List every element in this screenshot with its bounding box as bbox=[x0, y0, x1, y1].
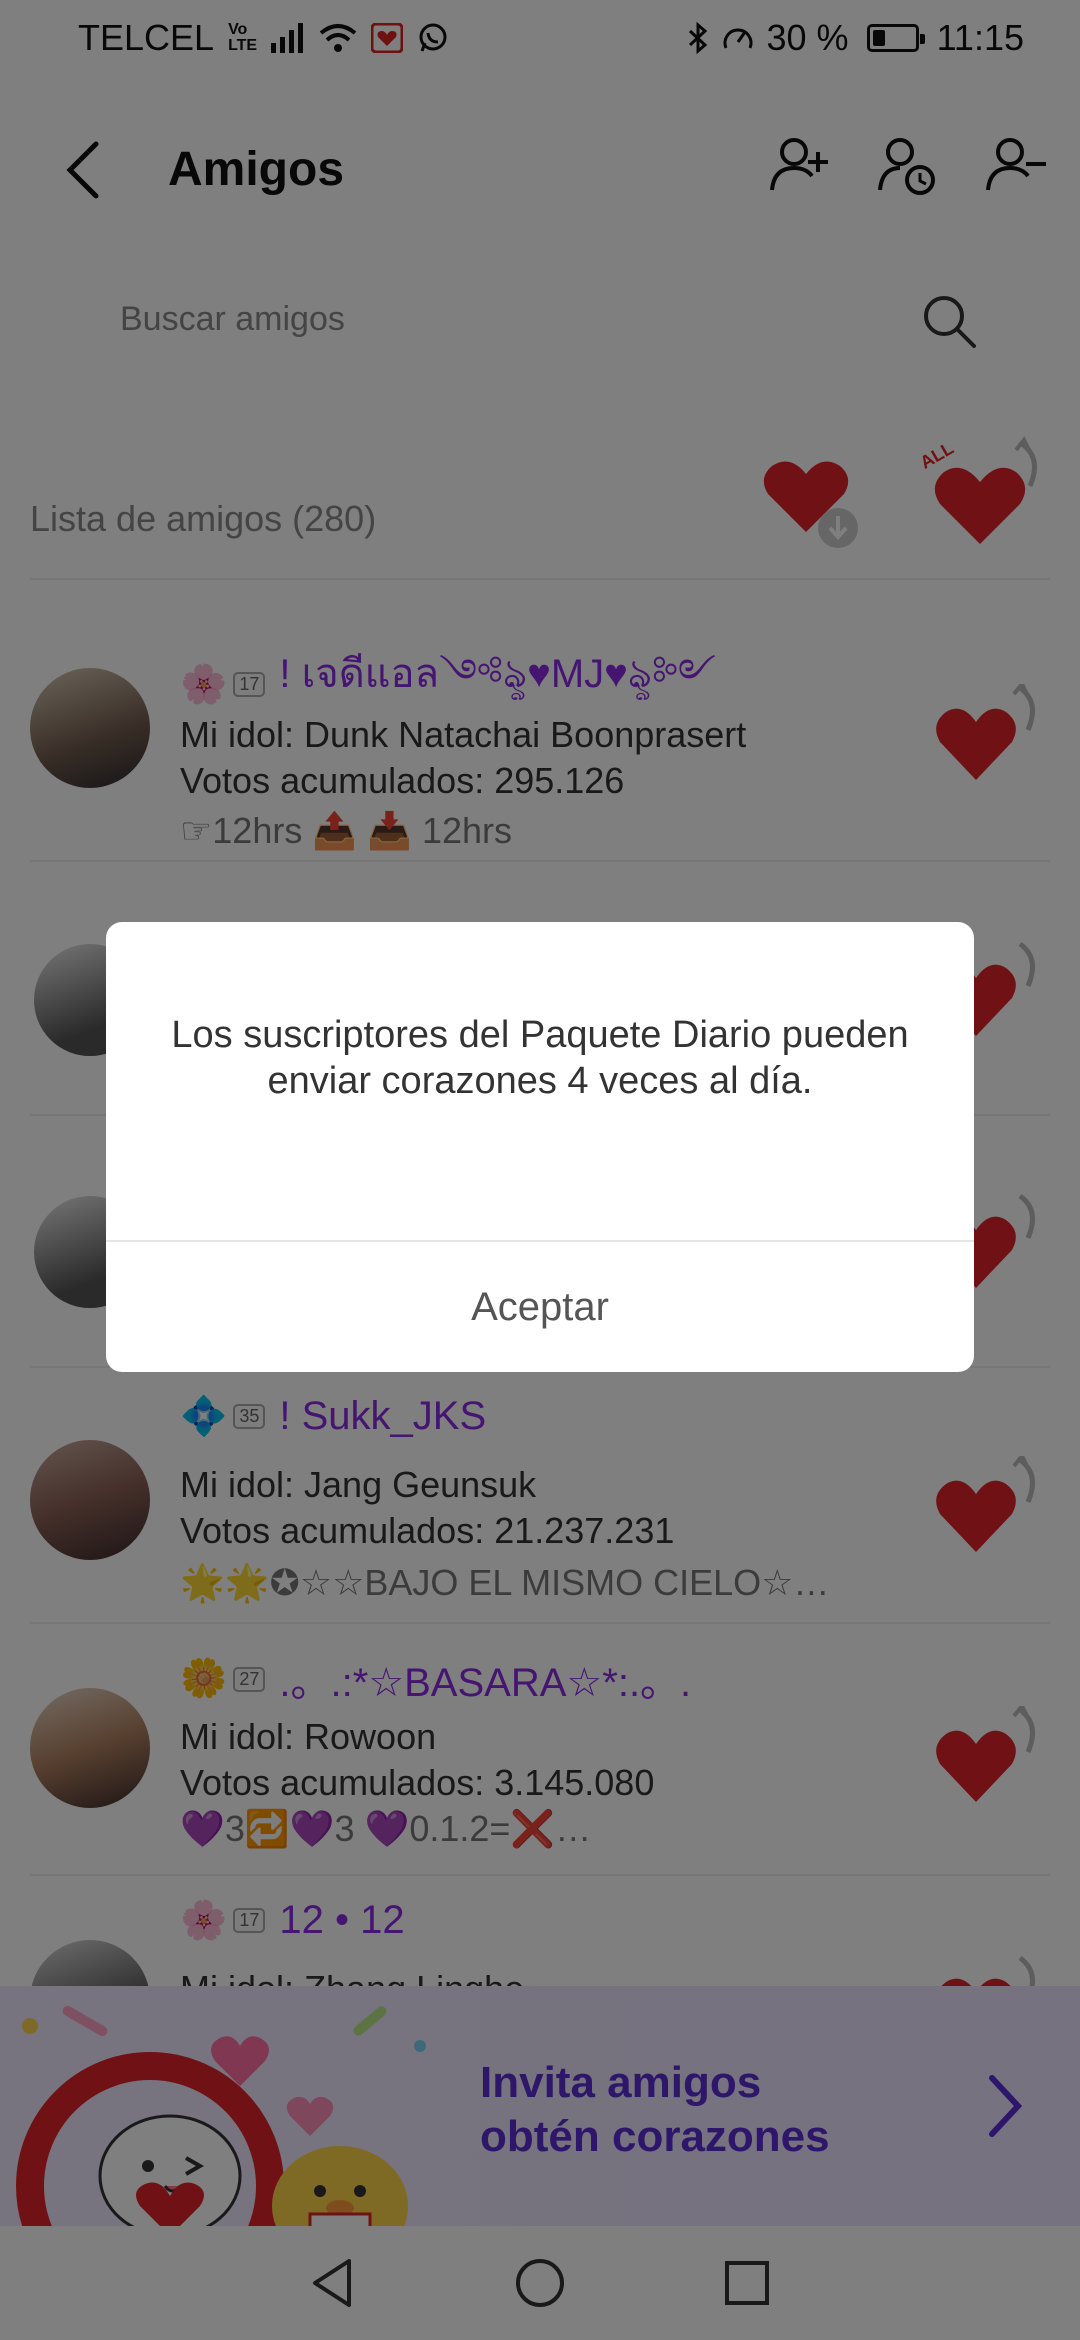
dialog-message: Los suscriptores del Paquete Diario pued… bbox=[171, 1014, 909, 1102]
accept-button[interactable]: Aceptar bbox=[106, 1242, 974, 1372]
info-dialog: Los suscriptores del Paquete Diario pued… bbox=[106, 922, 974, 1372]
